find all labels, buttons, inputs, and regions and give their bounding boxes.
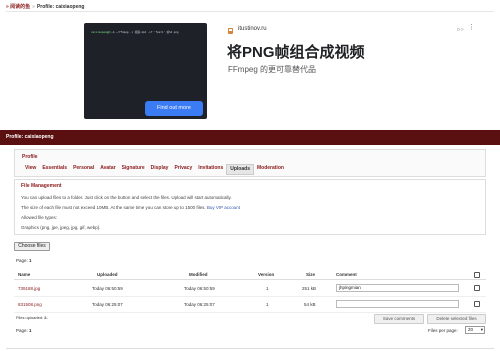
- profile-menu-title: Profile: [22, 154, 38, 160]
- files-uploaded-count: Files uploaded: 2.: [16, 315, 48, 320]
- file-size: 54 kB: [304, 302, 316, 307]
- select-all-checkbox[interactable]: [474, 272, 480, 278]
- row-select-checkbox[interactable]: [474, 301, 480, 307]
- allowed-types-label: Allowed file types:: [21, 215, 58, 220]
- files-per-page-label: Files per page:: [428, 328, 458, 333]
- file-management-title: File Management: [21, 183, 62, 189]
- ad-terminal-text: caixiaopeng@:~$ ~/ffmpeg -i 视频.mp4 -vf '…: [91, 31, 179, 34]
- save-comments-button[interactable]: Save comments: [374, 314, 424, 324]
- tab-moderation[interactable]: Moderation: [254, 164, 287, 175]
- file-size: 251 kB: [302, 286, 317, 291]
- ad-favicon-icon: [228, 28, 233, 34]
- tab-essentials[interactable]: Essentials: [39, 164, 70, 175]
- tab-display[interactable]: Display: [148, 164, 172, 175]
- delete-selected-button[interactable]: Delete selected files: [427, 314, 486, 324]
- profile-title-bar: Profile: caixiaopeng: [0, 130, 500, 145]
- page-indicator-top: Page: 1: [16, 258, 32, 263]
- breadcrumb-current: Profile: caixiaopeng: [36, 4, 85, 10]
- table-row: 739188.jpg Today 06:50:59 Today 06:50:59…: [14, 281, 486, 297]
- upload-limits: The size of each file must not exceed 10…: [21, 205, 240, 210]
- file-modified: Today 06:50:59: [184, 286, 215, 291]
- ad-title[interactable]: 将PNG帧组合成视频: [227, 41, 365, 62]
- col-uploaded[interactable]: Uploaded: [97, 272, 118, 277]
- file-version: 1: [266, 302, 269, 307]
- files-per-page-select[interactable]: 20: [465, 326, 485, 334]
- ad-choices-icon[interactable]: ᐅᐳ: [457, 27, 464, 33]
- tab-invitations[interactable]: Invitations: [195, 164, 226, 175]
- tab-avatar[interactable]: Avatar: [97, 164, 118, 175]
- profile-menu: Profile View Essentials Personal Avatar …: [14, 149, 486, 177]
- col-version[interactable]: Version: [258, 272, 274, 277]
- file-modified: Today 06:25:07: [184, 302, 215, 307]
- profile-tabs: View Essentials Personal Avatar Signatur…: [22, 164, 287, 175]
- comment-input[interactable]: [336, 300, 459, 308]
- ad-subtitle: FFmpeg 的更可靠替代品: [228, 65, 317, 74]
- file-name-link[interactable]: 831508.png: [18, 302, 42, 307]
- table-header: Name Uploaded Modified Version Size Comm…: [14, 269, 486, 280]
- breadcrumb-home-link[interactable]: » 阅读的鱼: [6, 4, 30, 10]
- tab-view[interactable]: View: [22, 164, 39, 175]
- tab-signature[interactable]: Signature: [119, 164, 148, 175]
- col-modified[interactable]: Modified: [189, 272, 208, 277]
- divider: [6, 348, 494, 349]
- upload-limits-text: The size of each file must not exceed 10…: [21, 205, 206, 210]
- tab-privacy[interactable]: Privacy: [171, 164, 195, 175]
- kebab-menu-icon[interactable]: ⋮: [468, 24, 475, 31]
- allowed-types-list: Graphics (png, jpe, jpeg, jpg, gif, webp…: [21, 225, 101, 230]
- tab-personal[interactable]: Personal: [70, 164, 97, 175]
- tab-uploads[interactable]: Uploads: [226, 164, 254, 175]
- files-uploaded-label: Files uploaded:: [16, 315, 44, 320]
- upload-instructions: You can upload files to a folder. Just c…: [21, 195, 232, 200]
- page-number[interactable]: 1: [29, 258, 32, 263]
- breadcrumb-separator: »: [32, 4, 35, 10]
- file-management-panel: File Management You can upload files to …: [14, 179, 486, 235]
- page-label: Page:: [16, 258, 28, 263]
- page-label: Page:: [16, 328, 28, 333]
- col-size[interactable]: Size: [306, 272, 315, 277]
- ad-domain[interactable]: itustinov.ru: [238, 26, 267, 32]
- file-uploaded: Today 06:25:07: [92, 302, 123, 307]
- comment-input[interactable]: jhpingmian: [336, 284, 459, 292]
- file-uploaded: Today 06:50:59: [92, 286, 123, 291]
- page-indicator-bottom: Page: 1: [16, 328, 32, 333]
- page-number[interactable]: 1: [29, 328, 32, 333]
- breadcrumb: » 阅读的鱼» Profile: caixiaopeng: [6, 2, 494, 12]
- row-select-checkbox[interactable]: [474, 285, 480, 291]
- file-version: 1: [266, 286, 269, 291]
- table-row: 831508.png Today 06:25:07 Today 06:25:07…: [14, 297, 486, 313]
- col-comment: Comment: [336, 272, 357, 277]
- file-name-link[interactable]: 739188.jpg: [18, 286, 40, 291]
- choose-files-button[interactable]: Choose files: [14, 242, 50, 251]
- col-name[interactable]: Name: [18, 272, 30, 277]
- buy-vip-link[interactable]: Buy VIP account: [207, 205, 240, 210]
- files-uploaded-value: 2.: [44, 315, 48, 320]
- ad-find-out-more-button[interactable]: Find out more: [145, 101, 203, 116]
